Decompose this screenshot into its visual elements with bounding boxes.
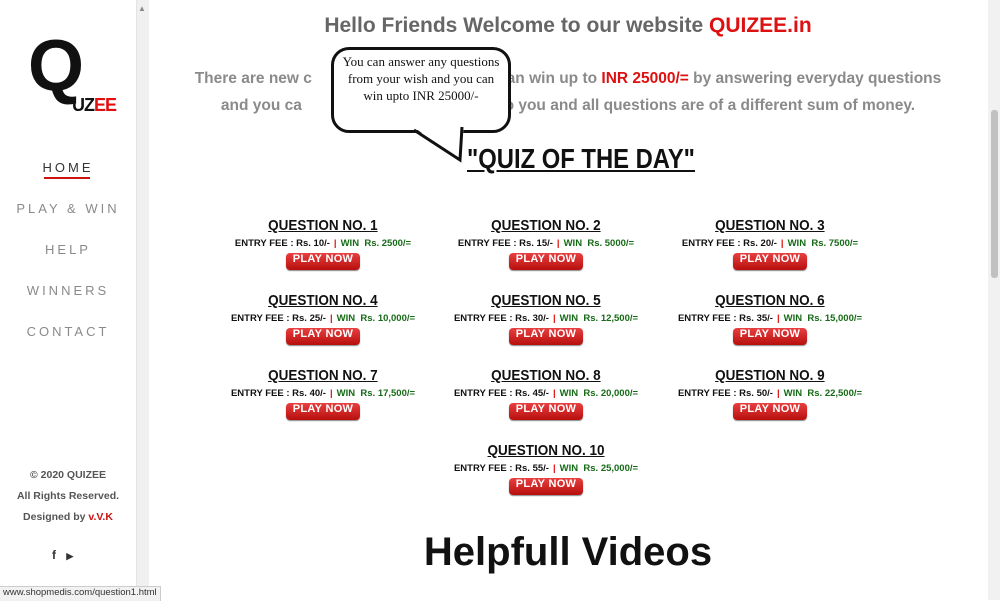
question-title[interactable]: QUESTION NO. 4: [268, 292, 378, 309]
nav-help[interactable]: HELP: [0, 242, 136, 257]
page-scrollbar-thumb[interactable]: [991, 110, 998, 278]
question-title[interactable]: QUESTION NO. 6: [715, 292, 825, 309]
entry-fee: ENTRY FEE : Rs. 40/- | WIN Rs. 17,500/=: [230, 388, 416, 399]
question-card-9: QUESTION NO. 9 ENTRY FEE : Rs. 50/- | WIN …: [660, 367, 880, 420]
play-now-button[interactable]: PLAY NOW: [733, 253, 807, 270]
quiz-of-the-day-title: "QUIZ OF THE DAY": [467, 143, 695, 174]
play-now-button[interactable]: PLAY NOW: [509, 478, 583, 495]
speech-bubble: You can answer any questions from your w…: [331, 47, 511, 133]
quizee-logo[interactable]: Q UZEE: [28, 30, 118, 128]
designed-by: Designed by v.V.K: [23, 511, 113, 523]
play-now-button[interactable]: PLAY NOW: [509, 253, 583, 270]
sidebar-scroll-track: [136, 0, 149, 600]
entry-fee: ENTRY FEE : Rs. 10/- | WIN Rs. 2500/=: [234, 238, 412, 249]
social-links: f ▶: [52, 548, 80, 562]
play-now-button[interactable]: PLAY NOW: [509, 328, 583, 345]
copyright: © 2020 QUIZEE: [29, 469, 107, 481]
page-scrollbar[interactable]: [988, 0, 1000, 600]
question-title[interactable]: QUESTION NO. 2: [491, 217, 601, 234]
speech-bubble-tail: [412, 126, 464, 163]
facebook-icon[interactable]: f: [52, 548, 56, 562]
question-title[interactable]: QUESTION NO. 10: [487, 442, 604, 459]
nav-play-win[interactable]: PLAY & WIN: [0, 201, 136, 216]
question-card-5: QUESTION NO. 5 ENTRY FEE : Rs. 30/- | WIN …: [436, 292, 656, 345]
nav-contact[interactable]: CONTACT: [0, 324, 136, 339]
question-card-4: QUESTION NO. 4 ENTRY FEE : Rs. 25/- | WIN …: [213, 292, 433, 345]
entry-fee: ENTRY FEE : Rs. 45/- | WIN Rs. 20,000/=: [453, 388, 639, 399]
scroll-up-arrow-icon[interactable]: ▲: [136, 4, 148, 13]
sidebar: Q UZEE HOME PLAY & WIN HELP WINNERS CONT…: [0, 0, 136, 600]
entry-fee: ENTRY FEE : Rs. 50/- | WIN Rs. 22,500/=: [677, 388, 863, 399]
play-now-button[interactable]: PLAY NOW: [733, 328, 807, 345]
status-bar-url: www.shopmedis.com/question1.html: [0, 586, 161, 601]
entry-fee: ENTRY FEE : Rs. 20/- | WIN Rs. 7500/=: [681, 238, 859, 249]
question-card-6: QUESTION NO. 6 ENTRY FEE : Rs. 35/- | WIN …: [660, 292, 880, 345]
youtube-icon[interactable]: ▶: [66, 551, 73, 561]
logo-rest: UZEE: [72, 95, 117, 115]
question-card-1: QUESTION NO. 1 ENTRY FEE : Rs. 10/- | WIN …: [213, 217, 433, 270]
entry-fee: ENTRY FEE : Rs. 55/- | WIN Rs. 25,000/=: [453, 463, 639, 474]
entry-fee: ENTRY FEE : Rs. 25/- | WIN Rs. 10,000/=: [230, 313, 416, 324]
helpful-videos-heading: Helpfull Videos: [423, 530, 713, 574]
question-card-7: QUESTION NO. 7 ENTRY FEE : Rs. 40/- | WIN …: [213, 367, 433, 420]
entry-fee: ENTRY FEE : Rs. 15/- | WIN Rs. 5000/=: [457, 238, 635, 249]
description-line-2: and you ca ing to you and all questions a…: [220, 97, 916, 114]
question-card-3: QUESTION NO. 3 ENTRY FEE : Rs. 20/- | WIN …: [660, 217, 880, 270]
question-title[interactable]: QUESTION NO. 8: [491, 367, 601, 384]
question-card-2: QUESTION NO. 2 ENTRY FEE : Rs. 15/- | WIN …: [436, 217, 656, 270]
play-now-button[interactable]: PLAY NOW: [286, 253, 360, 270]
logo-q: Q: [28, 26, 84, 106]
question-title[interactable]: QUESTION NO. 3: [715, 217, 825, 234]
welcome-heading: Hello Friends Welcome to our website QUI…: [324, 14, 812, 37]
question-card-10: QUESTION NO. 10 ENTRY FEE : Rs. 55/- | WIN…: [436, 442, 656, 495]
entry-fee: ENTRY FEE : Rs. 35/- | WIN Rs. 15,000/=: [677, 313, 863, 324]
question-title[interactable]: QUESTION NO. 7: [268, 367, 378, 384]
description-line-1: There are new c you can win up to INR 25…: [194, 70, 942, 87]
entry-fee: ENTRY FEE : Rs. 30/- | WIN Rs. 12,500/=: [453, 313, 639, 324]
bubble-text: You can answer any questions from your w…: [342, 54, 500, 103]
rights-reserved: All Rights Reserved.: [16, 490, 120, 502]
play-now-button[interactable]: PLAY NOW: [509, 403, 583, 420]
play-now-button[interactable]: PLAY NOW: [286, 328, 360, 345]
nav-winners[interactable]: WINNERS: [0, 283, 136, 298]
question-card-8: QUESTION NO. 8 ENTRY FEE : Rs. 45/- | WIN …: [436, 367, 656, 420]
nav-home[interactable]: HOME: [0, 160, 136, 175]
play-now-button[interactable]: PLAY NOW: [733, 403, 807, 420]
play-now-button[interactable]: PLAY NOW: [286, 403, 360, 420]
question-title[interactable]: QUESTION NO. 5: [491, 292, 601, 309]
question-title[interactable]: QUESTION NO. 1: [268, 217, 378, 234]
question-title[interactable]: QUESTION NO. 9: [715, 367, 825, 384]
nav-active-underline: [44, 177, 90, 179]
